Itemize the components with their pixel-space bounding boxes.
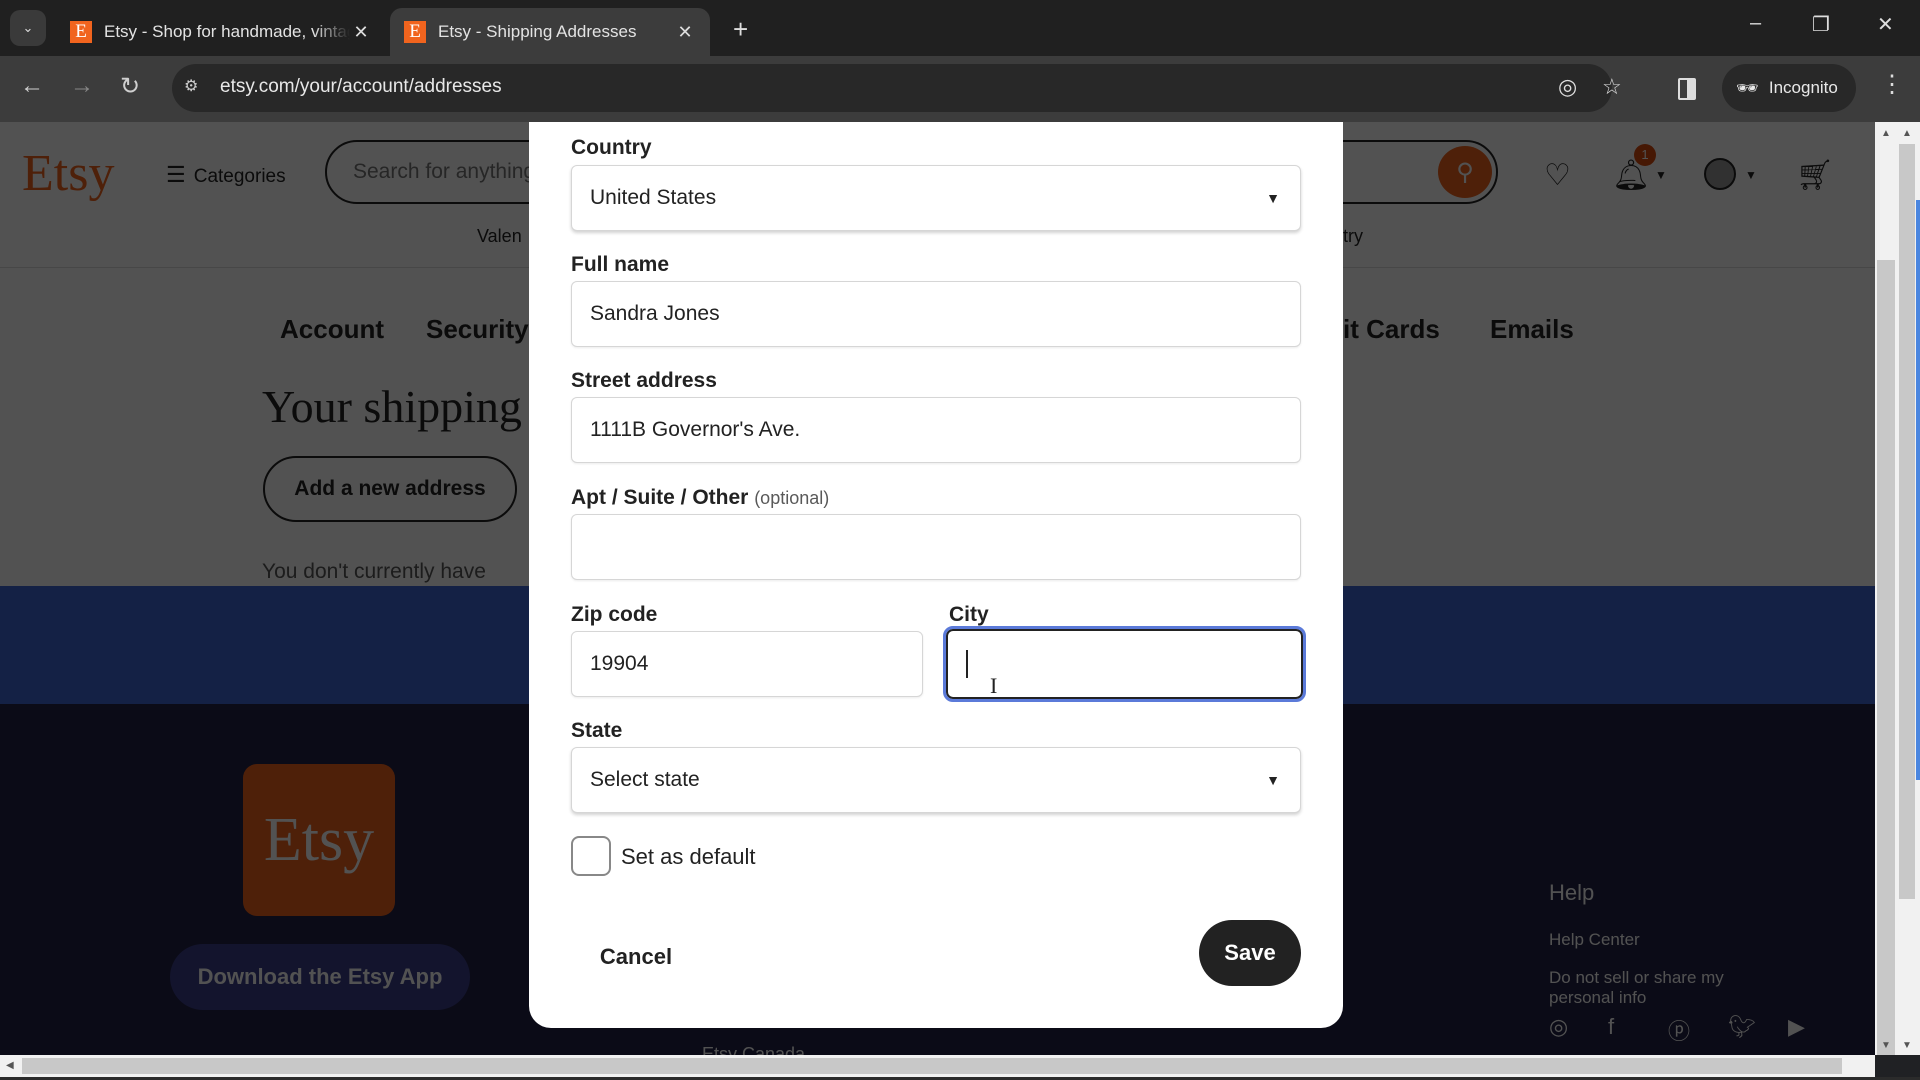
browser-tab-bar: ⌄ E Etsy - Shop for handmade, vintage ✕ … bbox=[0, 0, 1920, 56]
save-button[interactable]: Save bbox=[1199, 920, 1301, 986]
cancel-button[interactable]: Cancel bbox=[571, 932, 701, 982]
country-value: United States bbox=[590, 186, 717, 209]
tab-title: Etsy - Shop for handmade, vintage bbox=[104, 22, 350, 41]
street-address-label: Street address bbox=[571, 369, 717, 392]
incognito-label: Incognito bbox=[1768, 78, 1838, 97]
tab-shipping-addresses[interactable]: E Etsy - Shipping Addresses ✕ bbox=[390, 8, 710, 56]
restore-button[interactable]: ❐ bbox=[1812, 12, 1830, 37]
scrollbar-thumb[interactable] bbox=[1899, 144, 1915, 899]
scroll-up-icon[interactable]: ▲ bbox=[1902, 128, 1912, 139]
scroll-up-icon[interactable]: ▲ bbox=[1881, 128, 1891, 139]
etsy-favicon-icon: E bbox=[70, 21, 92, 43]
set-default-label[interactable]: Set as default bbox=[621, 844, 756, 870]
forward-arrow-icon[interactable]: → bbox=[70, 72, 94, 100]
horizontal-scrollbar[interactable]: ◀ bbox=[0, 1055, 1875, 1077]
state-label: State bbox=[571, 719, 623, 742]
chevron-down-icon: ⌄ bbox=[22, 20, 34, 35]
set-default-checkbox[interactable] bbox=[571, 836, 611, 876]
tab-etsy-home[interactable]: E Etsy - Shop for handmade, vintage ✕ bbox=[56, 8, 386, 56]
optional-hint: (optional) bbox=[754, 488, 830, 508]
apt-label-text: Apt / Suite / Other bbox=[571, 486, 749, 509]
scroll-down-icon[interactable]: ▼ bbox=[1902, 1040, 1912, 1051]
incognito-icon: 🕶 bbox=[1736, 77, 1759, 98]
close-tab-icon[interactable]: ✕ bbox=[350, 22, 372, 43]
window-scrollbar[interactable]: ▲ ▼ bbox=[1897, 122, 1920, 1055]
ibeam-cursor-icon: I bbox=[990, 673, 998, 698]
close-window-button[interactable]: ✕ bbox=[1877, 12, 1894, 37]
reload-icon[interactable]: ↻ bbox=[120, 72, 140, 101]
browser-menu-icon[interactable]: ⋮ bbox=[1880, 70, 1904, 99]
add-address-modal: Country United States ▼ Full name Street… bbox=[529, 122, 1343, 1028]
minimize-button[interactable]: – bbox=[1750, 12, 1761, 35]
state-value: Select state bbox=[590, 768, 700, 791]
incognito-badge[interactable]: 🕶 Incognito bbox=[1722, 64, 1856, 112]
apt-suite-field[interactable] bbox=[571, 514, 1301, 580]
side-panel-icon[interactable] bbox=[1678, 78, 1696, 100]
scrollbar-accent bbox=[1916, 200, 1920, 780]
close-tab-icon[interactable]: ✕ bbox=[674, 22, 696, 43]
country-label: Country bbox=[571, 136, 652, 159]
back-arrow-icon[interactable]: ← bbox=[20, 72, 44, 100]
scrollbar-thumb[interactable] bbox=[1877, 260, 1895, 1055]
address-bar[interactable]: ⚙ etsy.com/your/account/addresses ◎ ☆ bbox=[172, 64, 1622, 112]
street-address-field[interactable] bbox=[571, 397, 1301, 463]
tab-search-button[interactable]: ⌄ bbox=[10, 10, 46, 46]
zip-code-field[interactable] bbox=[571, 631, 923, 697]
scrollbar-thumb[interactable] bbox=[22, 1058, 1842, 1074]
url-text[interactable]: etsy.com/your/account/addresses bbox=[220, 76, 502, 98]
etsy-favicon-icon: E bbox=[404, 21, 426, 43]
eye-off-icon[interactable]: ◎ bbox=[1558, 74, 1577, 100]
scroll-down-icon[interactable]: ▼ bbox=[1881, 1040, 1891, 1051]
browser-toolbar: ← → ↻ ⚙ etsy.com/your/account/addresses … bbox=[0, 56, 1920, 122]
site-info-icon[interactable]: ⚙ bbox=[184, 76, 210, 102]
caret-down-icon: ▼ bbox=[1266, 772, 1280, 788]
city-field[interactable]: I bbox=[943, 626, 1306, 702]
zip-code-label: Zip code bbox=[571, 603, 658, 626]
state-select[interactable]: Select state ▼ bbox=[571, 747, 1301, 813]
star-icon[interactable]: ☆ bbox=[1602, 74, 1622, 100]
scroll-left-icon[interactable]: ◀ bbox=[6, 1060, 14, 1071]
text-cursor bbox=[966, 650, 968, 678]
tab-title: Etsy - Shipping Addresses bbox=[438, 22, 637, 41]
new-tab-button[interactable]: + bbox=[733, 14, 748, 45]
page-scrollbar[interactable]: ▲ ▼ bbox=[1875, 122, 1897, 1055]
caret-down-icon: ▼ bbox=[1266, 190, 1280, 206]
full-name-field[interactable] bbox=[571, 281, 1301, 347]
apt-label: Apt / Suite / Other (optional) bbox=[571, 486, 829, 510]
country-select[interactable]: United States ▼ bbox=[571, 165, 1301, 231]
city-label: City bbox=[949, 603, 989, 626]
full-name-label: Full name bbox=[571, 253, 670, 276]
